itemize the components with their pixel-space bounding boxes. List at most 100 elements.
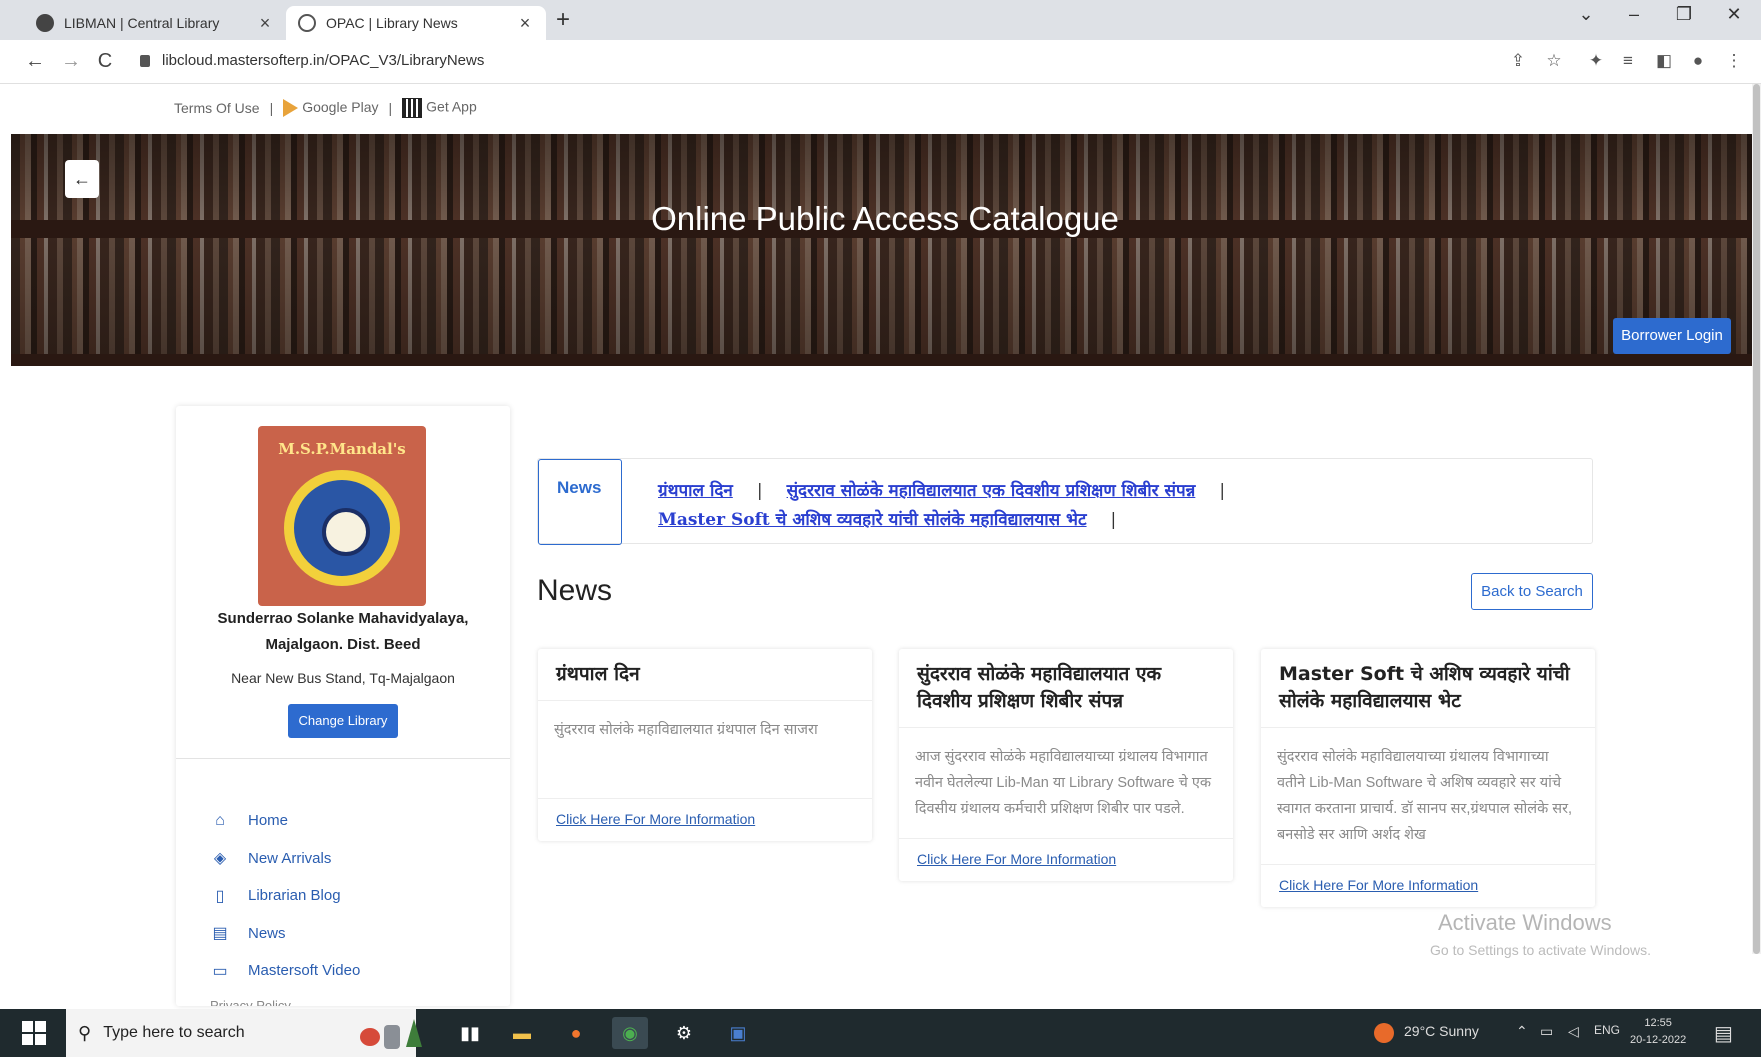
- clock[interactable]: 12:55 20-12-2022: [1630, 1015, 1686, 1049]
- libman-favicon-icon: [36, 14, 54, 32]
- news-card: Master Soft चे अशिष व्यवहारे यांची सोलंक…: [1261, 649, 1595, 907]
- tab-close-icon[interactable]: ×: [256, 13, 274, 34]
- word-icon[interactable]: ▣: [720, 1017, 756, 1049]
- back-to-search-button[interactable]: Back to Search: [1471, 573, 1593, 610]
- sidebar-item-news[interactable]: ▤ News: [210, 915, 360, 953]
- news-card-title: ग्रंथपाल दिन: [538, 649, 872, 701]
- separator: |: [1110, 510, 1117, 530]
- ticker-link[interactable]: ग्रंथपाल दिन: [658, 481, 733, 501]
- home-icon: ⌂: [215, 811, 225, 829]
- ticker-link[interactable]: सुंदरराव सोळंके महाविद्यालयात एक दिवशीय …: [787, 481, 1196, 501]
- activate-windows-subtext: Go to Settings to activate Windows.: [1430, 942, 1651, 958]
- terms-link[interactable]: Terms Of Use: [174, 100, 260, 116]
- profile-icon[interactable]: ●: [1686, 51, 1710, 71]
- get-app-label: Get App: [426, 98, 477, 115]
- language-indicator[interactable]: ENG: [1594, 1023, 1620, 1037]
- news-card-body: सुंदरराव सोलंके महाविद्यालयात ग्रंथपाल द…: [538, 701, 872, 799]
- forward-arrow-icon[interactable]: →: [58, 50, 84, 73]
- tab-strip: LIBMAN | Central Library × OPAC | Librar…: [0, 0, 1761, 40]
- news-heading: News: [537, 574, 613, 607]
- minimize-button[interactable]: –: [1614, 4, 1654, 25]
- tab-title: LIBMAN | Central Library: [64, 15, 220, 31]
- notification-icon[interactable]: ▤: [1714, 1021, 1733, 1046]
- more-info-link[interactable]: Click Here For More Information: [1279, 877, 1478, 893]
- divider: [176, 758, 510, 759]
- url-field[interactable]: libcloud.mastersofterp.in/OPAC_V3/Librar…: [140, 52, 484, 69]
- borrower-login-button[interactable]: Borrower Login: [1613, 318, 1731, 354]
- ticker-label: News: [538, 459, 622, 545]
- news-card: ग्रंथपाल दिन सुंदरराव सोलंके महाविद्यालय…: [538, 649, 872, 841]
- activate-windows-watermark: Activate Windows: [1438, 910, 1612, 935]
- institution-logo: M.S.P.Mandal's: [258, 426, 426, 606]
- restore-button[interactable]: ❐: [1664, 4, 1704, 25]
- document-icon: ▤: [212, 925, 228, 943]
- news-card-title: सुंदरराव सोळंके महाविद्यालयात एक दिवशीय …: [899, 649, 1233, 728]
- separator: |: [269, 100, 274, 116]
- sidebar-item-mastersoft-video[interactable]: ▭ Mastersoft Video: [210, 952, 360, 990]
- network-icon[interactable]: ▭: [1540, 1023, 1553, 1040]
- star-icon[interactable]: ☆: [1542, 51, 1566, 71]
- get-app-link[interactable]: Get App: [402, 98, 477, 118]
- url-text: libcloud.mastersofterp.in/OPAC_V3/Librar…: [162, 52, 485, 69]
- side-panel-icon[interactable]: ◧: [1652, 51, 1676, 71]
- logo-text: M.S.P.Mandal's: [278, 440, 406, 458]
- tab-libman[interactable]: LIBMAN | Central Library ×: [24, 6, 286, 40]
- address-bar: ← → C libcloud.mastersofterp.in/OPAC_V3/…: [0, 40, 1761, 84]
- reload-icon[interactable]: C: [92, 50, 118, 73]
- google-play-icon: [283, 99, 299, 118]
- ticker-link[interactable]: Master Soft चे अशिष व्यवहारे यांची सोलंक…: [658, 510, 1087, 530]
- scrollbar-thumb[interactable]: [1753, 84, 1760, 954]
- privacy-policy-link[interactable]: Privacy Policy: [210, 998, 291, 1006]
- file-explorer-icon[interactable]: ▬: [504, 1017, 540, 1049]
- new-tab-button[interactable]: +: [556, 6, 570, 34]
- google-play-label: Google Play: [302, 98, 379, 115]
- weather-text[interactable]: 29°C Sunny: [1404, 1023, 1479, 1039]
- sidebar-item-label: New Arrivals: [248, 849, 332, 867]
- ticker-items: ग्रंथपाल दिन | सुंदरराव सोळंके महाविद्यालय…: [658, 477, 1578, 535]
- tab-close-icon[interactable]: ×: [516, 13, 534, 34]
- weather-sun-icon[interactable]: [1374, 1023, 1394, 1043]
- page-title: Online Public Access Catalogue: [651, 200, 1119, 237]
- windows-start-icon[interactable]: [22, 1021, 46, 1045]
- news-ticker: News ग्रंथपाल दिन | सुंदरराव सोळंके महाविद…: [537, 458, 1593, 545]
- qr-code-icon: [402, 98, 423, 118]
- tab-opac-news[interactable]: OPAC | Library News ×: [286, 6, 546, 40]
- google-play-link[interactable]: Google Play: [283, 98, 379, 118]
- sidebar-item-label: Home: [248, 812, 289, 830]
- task-view-icon[interactable]: ▮▮: [452, 1017, 488, 1049]
- opac-favicon-icon: [298, 14, 316, 32]
- news-card-body: आज सुंदरराव सोळंके महाविद्यालयाच्या ग्रं…: [899, 728, 1233, 839]
- book-icon: ▯: [215, 887, 225, 905]
- lock-icon: [140, 54, 150, 67]
- extensions-icon[interactable]: ✦: [1584, 51, 1608, 71]
- separator: |: [756, 481, 763, 501]
- tray-chevron-icon[interactable]: ⌃: [1516, 1023, 1528, 1040]
- back-button[interactable]: ←: [65, 160, 99, 198]
- back-arrow-icon[interactable]: ←: [22, 50, 48, 73]
- tab-title: OPAC | Library News: [326, 15, 458, 31]
- speaker-icon[interactable]: ◁: [1568, 1023, 1579, 1040]
- page-scrollbar[interactable]: [1752, 84, 1761, 954]
- chrome-icon[interactable]: ◉: [612, 1017, 648, 1049]
- separator: |: [388, 100, 393, 116]
- taskbar-search-input[interactable]: ⚲ Type here to search: [66, 1009, 422, 1057]
- institution-address: Near New Bus Stand, Tq-Majalgaon: [231, 670, 455, 686]
- top-links: Terms Of Use | Google Play | Get App: [174, 98, 477, 118]
- sidebar-item-label: Mastersoft Video: [248, 962, 361, 980]
- change-library-button[interactable]: Change Library: [288, 704, 398, 738]
- sidebar-item-home[interactable]: ⌂ Home: [210, 802, 360, 840]
- sidebar-item-new-arrivals[interactable]: ◈ New Arrivals: [210, 840, 360, 878]
- more-info-link[interactable]: Click Here For More Information: [556, 811, 755, 827]
- tab-search-chevron-icon[interactable]: ⌄: [1566, 4, 1606, 25]
- close-window-button[interactable]: ✕: [1714, 4, 1754, 25]
- reading-list-icon[interactable]: ≡: [1616, 51, 1640, 71]
- sidebar-item-label: News: [248, 924, 286, 942]
- news-card: सुंदरराव सोळंके महाविद्यालयात एक दिवशीय …: [899, 649, 1233, 881]
- sidebar-item-librarian-blog[interactable]: ▯ Librarian Blog: [210, 877, 360, 915]
- share-icon[interactable]: ⇪: [1506, 51, 1530, 71]
- video-icon: ▭: [212, 962, 228, 980]
- firefox-icon[interactable]: ●: [558, 1017, 594, 1049]
- settings-icon[interactable]: ⚙: [666, 1017, 702, 1049]
- menu-kebab-icon[interactable]: ⋮: [1722, 51, 1746, 71]
- more-info-link[interactable]: Click Here For More Information: [917, 851, 1116, 867]
